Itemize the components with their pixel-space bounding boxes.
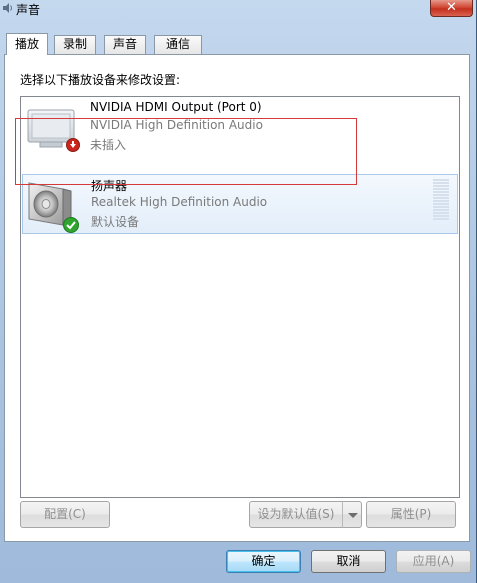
- tab-recording[interactable]: 录制: [54, 35, 96, 54]
- device-name: NVIDIA HDMI Output (Port 0): [90, 100, 262, 114]
- set-default-button[interactable]: 设为默认值(S): [249, 501, 343, 528]
- configure-button[interactable]: 配置(C): [20, 501, 110, 528]
- tab-communications[interactable]: 通信: [154, 35, 202, 54]
- device-driver: NVIDIA High Definition Audio: [90, 118, 263, 132]
- device-status: 默认设备: [91, 215, 140, 229]
- device-name: 扬声器: [91, 179, 128, 193]
- default-check-icon: [63, 217, 79, 233]
- title-bar[interactable]: 声音 ✕: [0, 0, 477, 18]
- volume-level-meter: [433, 179, 449, 223]
- device-driver: Realtek High Definition Audio: [91, 195, 268, 209]
- cancel-button[interactable]: 取消: [311, 550, 386, 573]
- properties-button[interactable]: 属性(P): [366, 501, 456, 528]
- tab-sounds[interactable]: 声音: [104, 35, 146, 54]
- speaker-title-icon: [3, 3, 12, 13]
- playback-device-list[interactable]: NVIDIA HDMI Output (Port 0) NVIDIA High …: [20, 96, 460, 498]
- window-title: 声音: [16, 3, 41, 17]
- close-icon: ✕: [446, 0, 457, 15]
- device-item-speaker[interactable]: 扬声器 Realtek High Definition Audio 默认设备: [22, 174, 458, 234]
- device-item-hdmi[interactable]: NVIDIA HDMI Output (Port 0) NVIDIA High …: [22, 98, 458, 158]
- tab-playback[interactable]: 播放: [6, 33, 48, 55]
- unplugged-down-arrow-icon: [66, 138, 80, 152]
- playback-panel: 选择以下播放设备来修改设置: NVIDIA HDMI Output (Port …: [4, 54, 470, 542]
- sound-dialog-window: 声音 ✕ 播放 录制 声音 通信 选择以下播放设备来修改设置: NVIDIA H…: [0, 0, 477, 583]
- ok-button[interactable]: 确定: [226, 550, 301, 573]
- close-button[interactable]: ✕: [430, 0, 473, 17]
- device-status: 未插入: [90, 138, 127, 152]
- set-default-dropdown-arrow[interactable]: [342, 501, 362, 528]
- instruction-label: 选择以下播放设备来修改设置:: [20, 73, 181, 87]
- apply-button[interactable]: 应用(A): [396, 550, 471, 573]
